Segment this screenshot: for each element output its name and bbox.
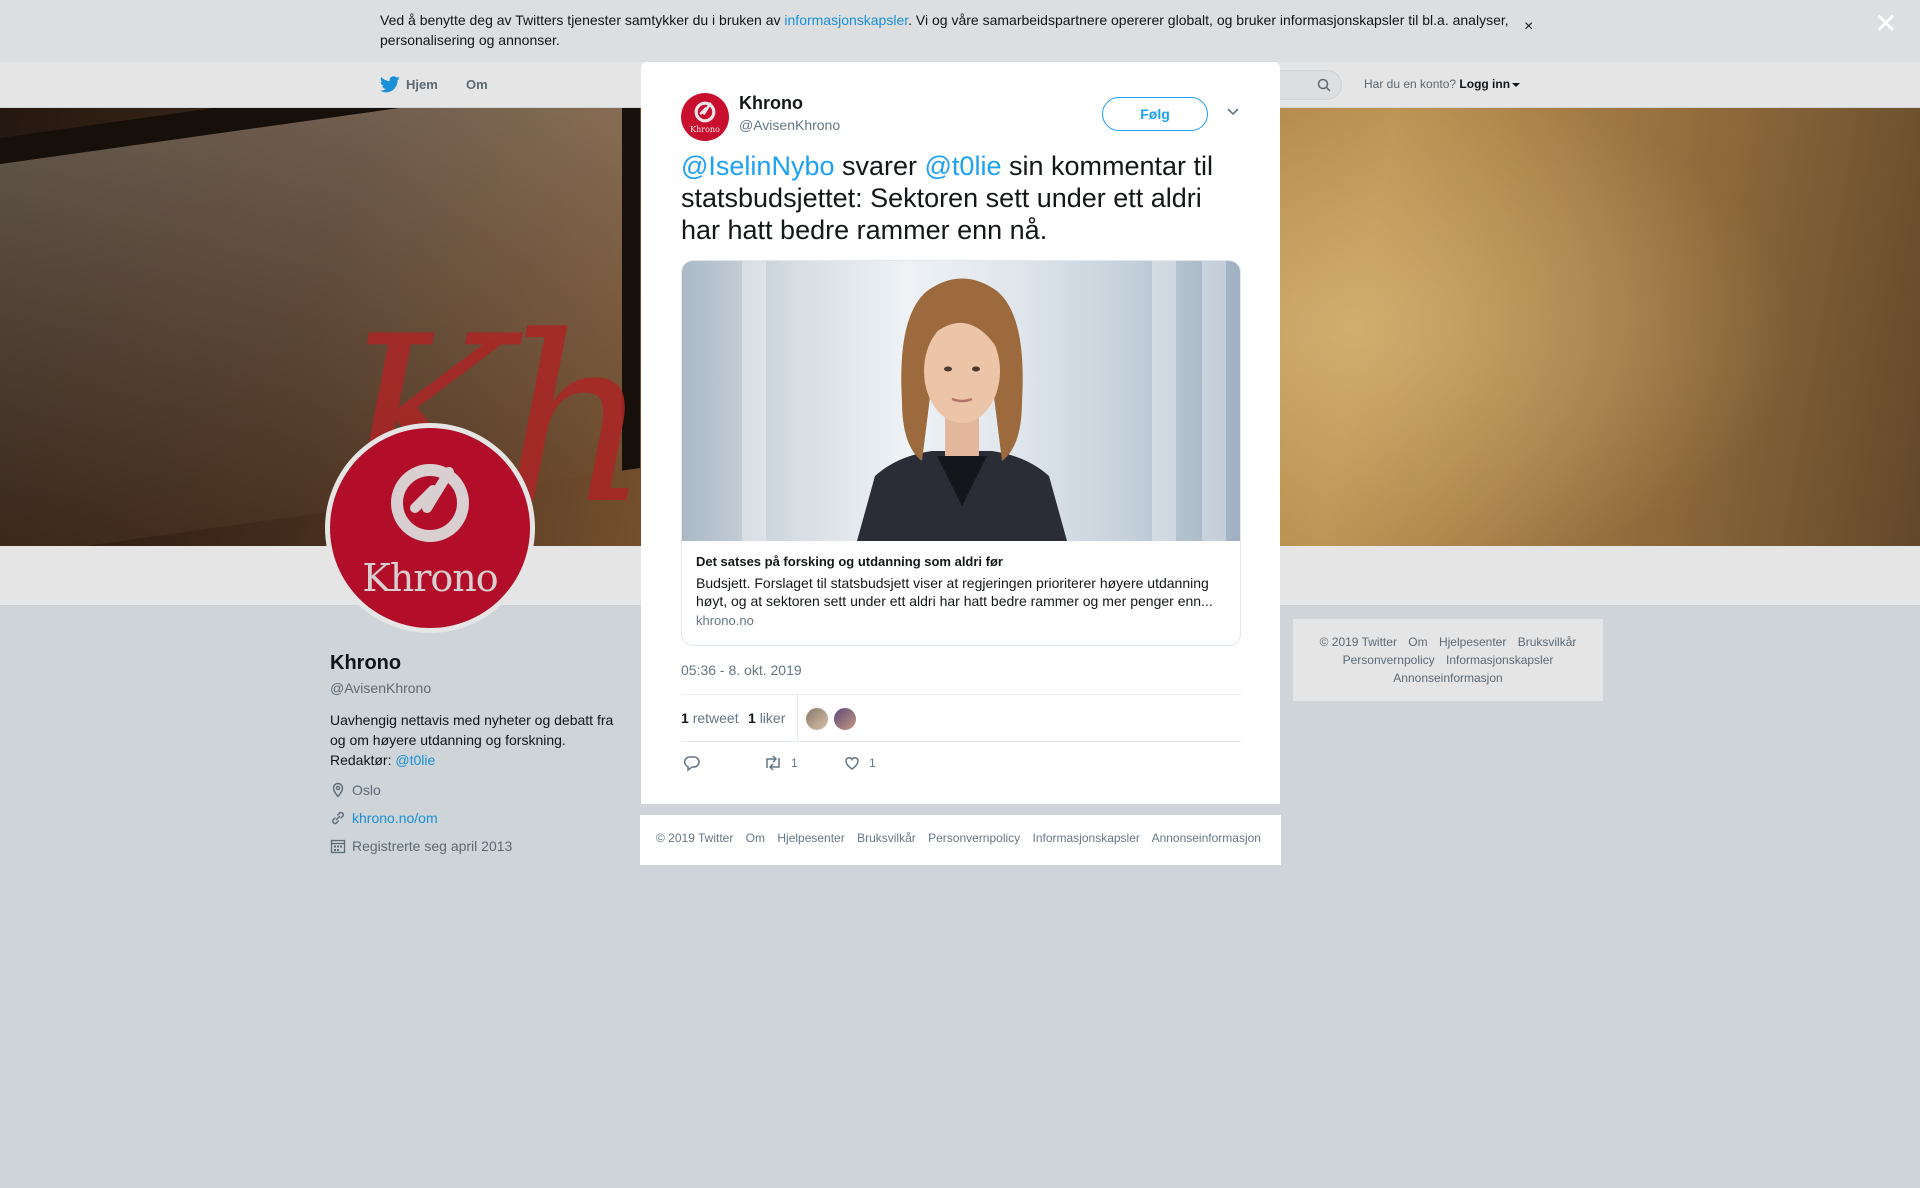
footer-link[interactable]: Personvernpolicy — [928, 831, 1020, 845]
retweet-button[interactable]: 1 — [763, 754, 798, 772]
card-description: Budsjett. Forslaget til statsbudsjett vi… — [696, 575, 1213, 609]
tweet-actions: 1 1 — [681, 754, 1241, 778]
like-button[interactable]: 1 — [843, 754, 876, 772]
card-domain: khrono.no — [696, 613, 754, 628]
chevron-down-icon[interactable] — [1226, 106, 1240, 116]
footer-link[interactable]: Om — [746, 831, 765, 845]
close-icon[interactable]: ✕ — [1874, 10, 1897, 38]
modal-footer: © 2019 Twitter Om Hjelpesenter Bruksvilk… — [640, 815, 1281, 865]
tweet-author-name[interactable]: Khrono — [739, 93, 803, 114]
retweet-stat[interactable]: 1 retweet — [681, 710, 739, 726]
modal-overlay[interactable]: ✕ Khrono Khrono @AvisenKhrono Følg @Isel… — [0, 0, 1920, 1188]
tweet-avatar-brand: Khrono — [690, 125, 720, 134]
tweet-modal: Khrono Khrono @AvisenKhrono Følg @Iselin… — [641, 62, 1280, 804]
tweet-mention-link[interactable]: @IselinNybo — [681, 151, 834, 181]
follow-button[interactable]: Følg — [1102, 97, 1208, 131]
avatar[interactable] — [805, 707, 829, 731]
footer-link[interactable]: Bruksvilkår — [857, 831, 916, 845]
stats-divider — [797, 695, 798, 741]
engager-avatars — [805, 707, 861, 731]
tweet-mention-link[interactable]: @t0lie — [925, 151, 1002, 181]
tweet-author-handle[interactable]: @AvisenKhrono — [739, 117, 840, 133]
footer-link[interactable]: Informasjonskapsler — [1033, 831, 1140, 845]
tweet-stats: 1 retweet 1 liker — [681, 694, 1241, 742]
tweet-text: @IselinNybo svarer @t0lie sin kommentar … — [681, 151, 1214, 245]
heart-icon — [845, 757, 859, 770]
card-portrait — [857, 278, 1067, 541]
footer-link[interactable]: © 2019 Twitter — [656, 831, 733, 845]
retweet-icon — [766, 755, 780, 771]
khrono-logo-icon — [694, 101, 716, 123]
footer-link[interactable]: Annonseinformasjon — [1152, 831, 1261, 845]
card-title: Det satses på forsking og utdanning som … — [696, 554, 1003, 569]
footer-link[interactable]: Hjelpesenter — [777, 831, 844, 845]
card-image — [682, 261, 1240, 541]
link-card[interactable]: Det satses på forsking og utdanning som … — [681, 260, 1241, 646]
like-stat[interactable]: 1 liker — [748, 710, 785, 726]
avatar[interactable] — [833, 707, 857, 731]
tweet-timestamp[interactable]: 05:36 - 8. okt. 2019 — [681, 662, 802, 678]
reply-icon — [683, 756, 700, 772]
reply-button[interactable] — [683, 754, 709, 772]
tweet-author-avatar[interactable]: Khrono — [681, 93, 729, 141]
